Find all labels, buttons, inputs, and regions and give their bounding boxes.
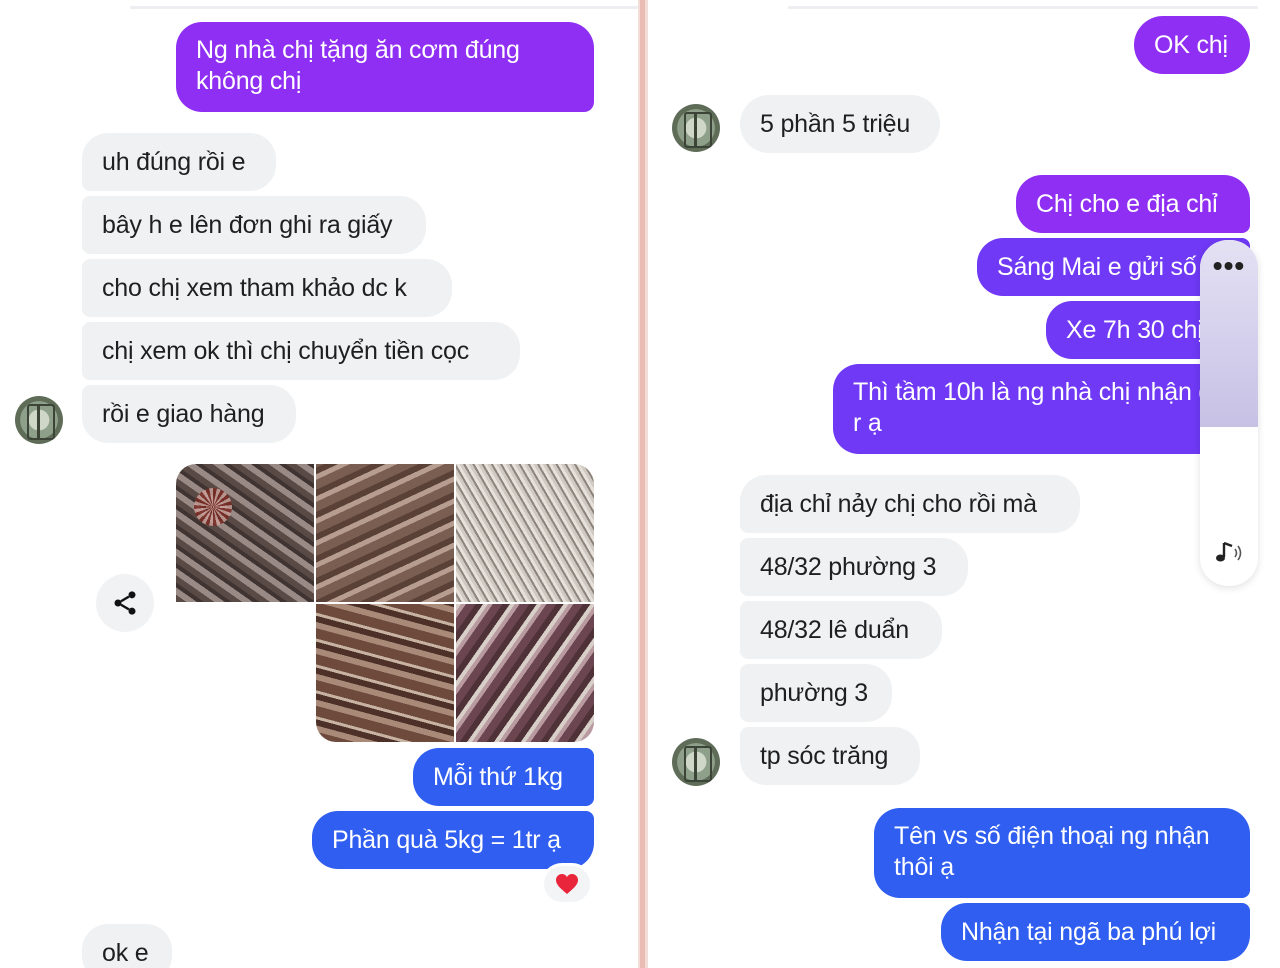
message-bubble-incoming[interactable]: 48/32 lê duẩn — [740, 601, 942, 659]
message-bubble-incoming[interactable]: bây h e lên đơn ghi ra giấy — [82, 196, 426, 254]
more-options-button[interactable]: ••• — [1200, 252, 1258, 280]
left-chat-panel: Ng nhà chị tặng ăn cơm đúng không chị uh… — [0, 0, 638, 968]
message-text: 48/32 phường 3 — [760, 552, 937, 581]
message-bubble-incoming[interactable]: ok e — [82, 924, 172, 968]
message-bubble-outgoing[interactable]: Mỗi thứ 1kg — [413, 748, 594, 806]
message-bubble-incoming[interactable]: tp sóc trăng — [740, 727, 920, 785]
photo-grid — [176, 464, 594, 744]
top-divider-line — [130, 6, 638, 9]
top-divider-line — [788, 6, 1258, 9]
photo-dried-fish-5[interactable] — [456, 604, 594, 742]
message-text: Sáng Mai e gửi số — [997, 252, 1197, 281]
message-text: 5 phần 5 triệu — [760, 109, 911, 138]
message-text: uh đúng rồi e — [102, 147, 246, 176]
reaction-badge[interactable] — [544, 866, 590, 902]
message-text: rồi e giao hàng — [102, 399, 265, 428]
message-text: Xe 7h 30 chị — [1066, 315, 1203, 344]
message-bubble-outgoing[interactable]: Phần quà 5kg = 1tr ạ — [312, 811, 594, 869]
photo-dried-fish-2[interactable] — [316, 464, 454, 602]
message-bubble-incoming[interactable]: 5 phần 5 triệu — [740, 95, 940, 153]
message-text: Mỗi thứ 1kg — [433, 762, 563, 791]
message-text: bây h e lên đơn ghi ra giấy — [102, 210, 393, 239]
message-text: Ng nhà chị tặng ăn cơm đúng không chị — [196, 36, 520, 95]
volume-icon — [1216, 541, 1242, 562]
volume-icon-button[interactable] — [1200, 536, 1258, 570]
message-text: phường 3 — [760, 678, 868, 707]
contact-avatar[interactable] — [15, 396, 63, 444]
photo-dried-fish-1[interactable] — [176, 464, 314, 602]
message-text: cho chị xem tham khảo dc k — [102, 273, 407, 302]
message-bubble-incoming[interactable]: 48/32 phường 3 — [740, 538, 968, 596]
message-text: địa chỉ nảy chị cho rồi mà — [760, 489, 1037, 518]
heart-icon — [556, 874, 578, 894]
message-text: Thì tầm 10h là ng nhà chị nhận dc r ạ — [853, 378, 1225, 437]
photo-dried-fish-3[interactable] — [456, 464, 594, 602]
message-text: OK chị — [1154, 30, 1228, 59]
message-bubble-outgoing[interactable]: Tên vs số điện thoại ng nhận thôi ạ — [874, 808, 1250, 898]
message-bubble-outgoing[interactable]: Nhận tại ngã ba phú lợi — [941, 903, 1250, 961]
contact-avatar[interactable] — [672, 738, 720, 786]
message-bubble-incoming[interactable]: chị xem ok thì chị chuyển tiền cọc — [82, 322, 520, 380]
message-text: tp sóc trăng — [760, 741, 889, 770]
volume-panel[interactable]: ••• — [1200, 240, 1258, 586]
photo-dried-fish-4[interactable] — [316, 604, 454, 742]
message-text: Phần quà 5kg = 1tr ạ — [332, 825, 561, 854]
message-bubble-outgoing[interactable]: OK chị — [1134, 16, 1250, 74]
message-text: Tên vs số điện thoại ng nhận thôi ạ — [894, 822, 1210, 881]
message-text: Nhận tại ngã ba phú lợi — [961, 917, 1217, 946]
message-text: ok e — [102, 938, 149, 967]
message-text: chị xem ok thì chị chuyển tiền cọc — [102, 336, 469, 365]
message-bubble-incoming[interactable]: địa chỉ nảy chị cho rồi mà — [740, 475, 1080, 533]
message-bubble-outgoing[interactable]: Thì tầm 10h là ng nhà chị nhận dc r ạ — [833, 364, 1250, 454]
share-button[interactable] — [96, 574, 154, 632]
message-text: 48/32 lê duẩn — [760, 615, 909, 644]
panel-divider — [638, 0, 648, 968]
message-bubble-outgoing[interactable]: Chị cho e địa chỉ — [1016, 175, 1250, 233]
message-text: Chị cho e địa chỉ — [1036, 189, 1218, 218]
message-bubble-incoming[interactable]: phường 3 — [740, 664, 892, 722]
message-bubble-incoming[interactable]: cho chị xem tham khảo dc k — [82, 259, 452, 317]
contact-avatar[interactable] — [672, 104, 720, 152]
message-bubble-incoming[interactable]: rồi e giao hàng — [82, 385, 296, 443]
message-bubble-incoming[interactable]: uh đúng rồi e — [82, 133, 276, 191]
message-bubble-outgoing[interactable]: Ng nhà chị tặng ăn cơm đúng không chị — [176, 22, 594, 112]
right-chat-panel: OK chị 5 phần 5 triệu Chị cho e địa chỉ … — [648, 0, 1280, 968]
share-icon — [114, 591, 136, 615]
